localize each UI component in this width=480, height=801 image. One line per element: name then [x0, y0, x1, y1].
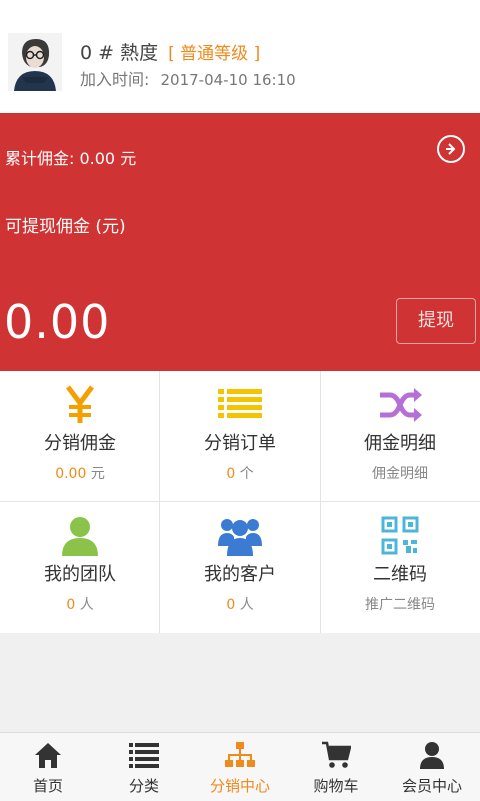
grid-item-my-customers[interactable]: 我的客户 0 人 — [160, 502, 320, 633]
list-icon — [129, 741, 159, 769]
grid-item-value: 0 — [226, 597, 236, 613]
tab-label: 分类 — [128, 777, 159, 795]
cart-icon — [321, 741, 352, 769]
home-icon — [33, 741, 63, 769]
user-icon — [58, 516, 102, 556]
grid-item-value: 0 — [226, 466, 236, 482]
grid-item-sub: 0 人 — [160, 594, 320, 614]
grid-item-unit: 元 — [90, 466, 105, 482]
grid-item-unit: 个 — [239, 466, 254, 482]
grid-item-unit: 人 — [79, 597, 94, 613]
user-name: 0 # 熱度 — [80, 42, 159, 64]
grid-item-label: 我的团队 — [44, 564, 116, 585]
profile-header: 0 # 熱度 [ 普通等级 ] 加入时间: 2017-04-10 16:10 — [0, 0, 480, 113]
arrow-right-icon[interactable] — [437, 135, 465, 163]
users-icon — [218, 516, 262, 556]
list-icon — [218, 385, 262, 425]
grid-item-qrcode[interactable]: 二维码 推广二维码 — [320, 502, 480, 633]
grid-item-commission[interactable]: 分销佣金 0.00 元 — [0, 371, 160, 502]
user-name-line: 0 # 熱度 [ 普通等级 ] — [80, 38, 260, 65]
grid-item-label: 分销佣金 — [44, 433, 116, 454]
join-time-label: 加入时间: — [80, 70, 150, 89]
grid-item-my-team[interactable]: 我的团队 0 人 — [0, 502, 160, 633]
grid-item-sub: 0 人 — [0, 594, 160, 614]
tab-cart[interactable]: 购物车 — [288, 733, 384, 801]
yen-icon — [58, 385, 102, 425]
tab-category[interactable]: 分类 — [96, 733, 192, 801]
join-time-value: 2017-04-10 16:10 — [160, 71, 296, 89]
tab-label: 分销中心 — [209, 777, 270, 795]
grid-item-sub: 0 个 — [160, 463, 320, 483]
user-icon — [417, 741, 447, 769]
grid-item-value: 0 — [66, 597, 76, 613]
shuffle-icon — [378, 385, 422, 425]
org-chart-icon — [225, 741, 255, 769]
tab-home[interactable]: 首页 — [0, 733, 96, 801]
tab-distribution-center[interactable]: 分销中心 — [192, 733, 288, 801]
tab-label: 会员中心 — [401, 777, 462, 795]
total-commission: 累计佣金: 0.00 元 — [5, 149, 137, 168]
tab-member-center[interactable]: 会员中心 — [384, 733, 480, 801]
tab-label: 购物车 — [313, 777, 359, 795]
grid-item-sub: 佣金明细 — [372, 466, 428, 482]
grid-item-orders[interactable]: 分销订单 0 个 — [160, 371, 320, 502]
member-level: [ 普通等级 ] — [168, 44, 261, 64]
qrcode-icon — [378, 516, 422, 556]
grid-item-unit: 人 — [239, 597, 254, 613]
grid-item-label: 我的客户 — [204, 564, 276, 585]
grid-item-value: 0.00 — [55, 466, 87, 482]
tab-label: 首页 — [32, 777, 63, 795]
grid-item-commission-detail[interactable]: 佣金明细 佣金明细 — [320, 371, 480, 502]
grid-item-label: 二维码 — [373, 564, 427, 585]
distribution-grid: 分销佣金 0.00 元 分销订单 0 个 佣金明细 佣金明细 我的团队 0 人 … — [0, 371, 480, 633]
avatar[interactable] — [8, 33, 62, 91]
grid-item-sub: 推广二维码 — [365, 597, 435, 613]
join-time-line: 加入时间: 2017-04-10 16:10 — [80, 66, 296, 90]
withdrawable-amount: 0.00 — [4, 295, 111, 349]
withdrawable-label: 可提现佣金 (元) — [5, 217, 126, 237]
grid-item-sub: 0.00 元 — [0, 463, 160, 483]
grid-item-label: 分销订单 — [204, 433, 276, 454]
bottom-tab-bar: 首页 分类 分销中心 购物车 会员中心 — [0, 732, 480, 801]
grid-item-label: 佣金明细 — [364, 433, 436, 454]
withdraw-button[interactable]: 提现 — [396, 298, 476, 344]
commission-banner: 累计佣金: 0.00 元 可提现佣金 (元) 0.00 提现 — [0, 113, 480, 371]
